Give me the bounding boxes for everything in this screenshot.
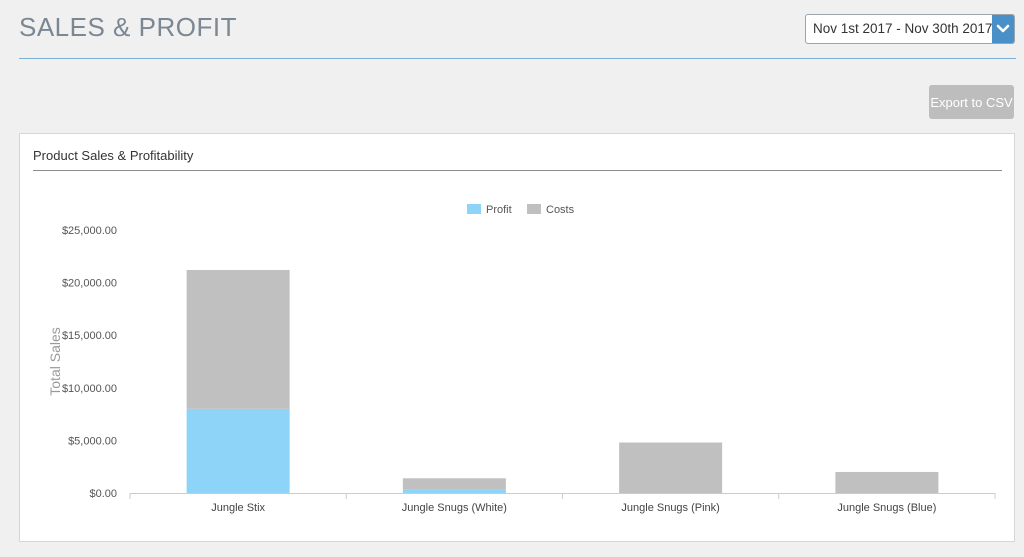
- y-axis-title: Total Sales: [47, 327, 63, 395]
- bar-costs-0: [186, 269, 290, 409]
- y-tick-label: $5,000.00: [68, 435, 117, 447]
- export-csv-button[interactable]: Export to CSV: [929, 85, 1014, 119]
- header-divider: [19, 58, 1016, 59]
- bar-costs-2: [619, 442, 723, 493]
- x-axis: Jungle Stix Jungle Snugs (White) Jungle Sn…: [129, 493, 996, 514]
- chart-legend: Profit Costs: [467, 204, 575, 216]
- page-title: SALES & PROFIT: [19, 12, 237, 42]
- x-category-label: Jungle Snugs (Pink): [621, 502, 719, 514]
- legend-label-profit: Profit: [486, 204, 512, 216]
- legend-swatch-costs: [527, 204, 541, 214]
- date-range-picker[interactable]: Nov 1st 2017 - Nov 30th 2017: [805, 14, 1015, 44]
- legend-swatch-profit: [467, 204, 481, 214]
- product-sales-panel: Product Sales & Profitability Profit Cost…: [19, 133, 1015, 542]
- y-tick-label: $15,000.00: [62, 330, 117, 342]
- bar-profit-1: [402, 489, 506, 493]
- x-category-label: Jungle Stix: [211, 502, 265, 514]
- legend-label-costs: Costs: [546, 204, 575, 216]
- x-category-label: Jungle Snugs (Blue): [837, 502, 936, 514]
- chevron-down-icon: [996, 24, 1010, 33]
- page: SALES & PROFIT Nov 1st 2017 - Nov 30th 2…: [0, 0, 1024, 557]
- y-tick-label: $10,000.00: [62, 383, 117, 395]
- y-tick-label: $20,000.00: [62, 278, 117, 290]
- y-tick-label: $25,000.00: [62, 225, 117, 237]
- x-category-label: Jungle Snugs (White): [402, 502, 507, 514]
- y-tick-label: $0.00: [89, 488, 117, 500]
- y-axis-ticks: $0.00 $5,000.00 $10,000.00 $15,000.00 $20,00…: [62, 225, 117, 500]
- bar-costs-3: [835, 471, 939, 493]
- bar-profit-0: [186, 408, 290, 493]
- date-dropdown-button[interactable]: [992, 15, 1014, 43]
- bar-costs-1: [402, 478, 506, 490]
- sales-chart: Profit Costs Total Sales $0.00 $5,000.00 $1…: [47, 204, 996, 514]
- date-range-value: Nov 1st 2017 - Nov 30th 2017: [813, 21, 993, 36]
- chart-bars: [186, 269, 939, 493]
